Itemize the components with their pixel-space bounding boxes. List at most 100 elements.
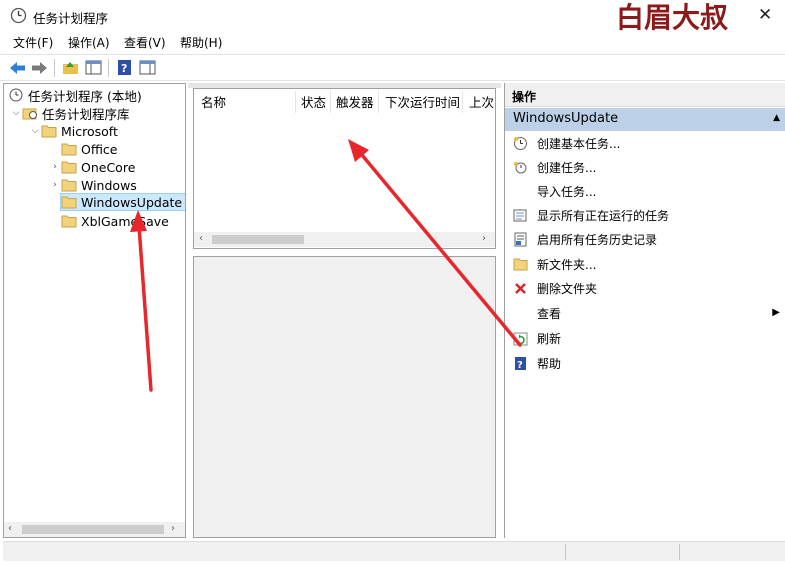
actions-pane: 操作 WindowsUpdate ▲ 创建基本任务... 创建任务... 导入任… bbox=[504, 83, 785, 538]
help-icon: ? bbox=[514, 356, 526, 371]
menu-view[interactable]: 查看(V) bbox=[124, 34, 166, 51]
actions-title: 操作 bbox=[512, 90, 537, 104]
menu-bar: 文件(F) 操作(A) 查看(V) 帮助(H) bbox=[0, 32, 785, 54]
folder-icon bbox=[41, 125, 57, 138]
action-enable-task-history[interactable]: 启用所有任务历史记录 bbox=[505, 228, 785, 250]
window-title: 任务计划程序 bbox=[33, 11, 109, 26]
scroll-right-icon[interactable]: › bbox=[171, 523, 175, 534]
tree-label: 任务计划程序库 bbox=[42, 106, 130, 122]
task-list-horizontal-scrollbar[interactable]: ‹ › bbox=[194, 232, 495, 247]
show-hide-console-tree-button[interactable] bbox=[84, 58, 103, 77]
scroll-left-icon[interactable]: ‹ bbox=[8, 523, 12, 534]
tree-item-root[interactable]: 任务计划程序 (本地) bbox=[8, 86, 142, 104]
history-icon bbox=[514, 232, 526, 246]
clock-icon bbox=[9, 88, 23, 102]
column-name[interactable]: 名称 bbox=[201, 92, 226, 111]
action-label: 帮助 bbox=[537, 356, 562, 371]
tree-label: Office bbox=[81, 141, 118, 157]
scrollbar-thumb[interactable] bbox=[212, 235, 304, 244]
action-display-running-tasks[interactable]: 显示所有正在运行的任务 bbox=[505, 204, 785, 226]
actions-section-windowsupdate[interactable]: WindowsUpdate ▲ bbox=[505, 108, 785, 131]
section-title: WindowsUpdate bbox=[513, 111, 619, 126]
task-list: 名称 状态 触发器 下次运行时间 上次 ‹ › bbox=[193, 88, 496, 249]
scroll-left-icon[interactable]: ‹ bbox=[199, 233, 203, 244]
tree-label: 任务计划程序 (本地) bbox=[28, 88, 142, 104]
tree-label: Microsoft bbox=[61, 123, 118, 139]
create-basic-task-icon bbox=[513, 136, 527, 150]
action-create-task[interactable]: 创建任务... bbox=[505, 156, 785, 178]
folder-icon bbox=[61, 179, 77, 192]
action-label: 删除文件夹 bbox=[537, 281, 598, 296]
menu-file[interactable]: 文件(F) bbox=[13, 34, 53, 51]
folder-icon bbox=[61, 215, 77, 228]
task-scheduler-clock-icon bbox=[10, 7, 27, 24]
scrollbar-thumb[interactable] bbox=[22, 525, 164, 534]
action-label: 刷新 bbox=[537, 331, 562, 346]
action-view[interactable]: 查看 ▶ bbox=[505, 302, 785, 324]
tree-item-onecore[interactable]: › OneCore bbox=[49, 158, 135, 176]
show-action-pane-button[interactable] bbox=[138, 58, 157, 77]
create-task-icon bbox=[513, 161, 526, 173]
collapse-icon[interactable]: ⌵ bbox=[29, 126, 41, 136]
task-details-pane bbox=[193, 256, 496, 538]
back-button[interactable] bbox=[8, 58, 27, 77]
action-new-folder[interactable]: 新文件夹... bbox=[505, 253, 785, 275]
action-label: 新文件夹... bbox=[537, 257, 597, 272]
svg-text:?: ? bbox=[121, 62, 127, 75]
library-folder-icon bbox=[22, 108, 37, 120]
delete-icon bbox=[514, 282, 526, 294]
back-arrow-icon bbox=[10, 61, 25, 74]
action-label: 创建任务... bbox=[537, 160, 597, 175]
svg-text:?: ? bbox=[517, 360, 523, 371]
tree-label: WindowsUpdate bbox=[81, 194, 183, 210]
action-label: 显示所有正在运行的任务 bbox=[537, 208, 670, 223]
expand-icon[interactable]: › bbox=[49, 180, 61, 190]
action-import-task[interactable]: 导入任务... bbox=[505, 180, 785, 202]
submenu-arrow-icon: ▶ bbox=[772, 307, 780, 318]
column-status[interactable]: 状态 bbox=[301, 92, 326, 111]
action-label: 查看 bbox=[537, 306, 562, 321]
toolbar: ? bbox=[0, 54, 785, 81]
console-tree-icon bbox=[85, 60, 102, 75]
toolbar-separator bbox=[108, 59, 109, 77]
svg-text:白眉大叔: 白眉大叔 bbox=[616, 1, 729, 34]
expand-icon[interactable]: › bbox=[49, 162, 61, 172]
action-refresh[interactable]: 刷新 bbox=[505, 327, 785, 349]
tree-item-windowsupdate[interactable]: WindowsUpdate bbox=[60, 193, 185, 211]
action-create-basic-task[interactable]: 创建基本任务... bbox=[505, 132, 785, 154]
menu-action[interactable]: 操作(A) bbox=[68, 34, 110, 51]
tree-item-xblgamesave[interactable]: XblGameSave bbox=[61, 212, 169, 230]
tree-item-microsoft[interactable]: ⌵ Microsoft bbox=[29, 122, 118, 140]
tree-item-windows[interactable]: › Windows bbox=[49, 176, 137, 194]
up-folder-icon bbox=[63, 62, 78, 74]
action-pane-icon bbox=[139, 60, 156, 75]
tree-item-library[interactable]: ⌵ 任务计划程序库 bbox=[10, 104, 130, 122]
tree-item-office[interactable]: Office bbox=[49, 140, 118, 158]
up-folder-button[interactable] bbox=[61, 58, 80, 77]
column-last-run[interactable]: 上次 bbox=[469, 92, 494, 111]
scroll-right-icon[interactable]: › bbox=[482, 233, 486, 244]
action-label: 导入任务... bbox=[537, 184, 597, 199]
action-label: 创建基本任务... bbox=[537, 136, 621, 151]
folder-icon bbox=[61, 143, 77, 156]
help-icon: ? bbox=[118, 60, 131, 75]
column-triggers[interactable]: 触发器 bbox=[336, 92, 374, 111]
toolbar-separator bbox=[54, 59, 55, 77]
running-tasks-icon bbox=[513, 209, 526, 221]
close-button[interactable]: ✕ bbox=[758, 5, 772, 25]
action-delete-folder[interactable]: 删除文件夹 bbox=[505, 277, 785, 299]
action-label: 启用所有任务历史记录 bbox=[537, 232, 658, 247]
collapse-icon[interactable]: ⌵ bbox=[10, 108, 22, 118]
action-help[interactable]: ? 帮助 bbox=[505, 352, 785, 374]
tree-horizontal-scrollbar[interactable]: ‹ › bbox=[4, 522, 185, 537]
forward-button[interactable] bbox=[30, 58, 49, 77]
tree-label: Windows bbox=[81, 177, 137, 193]
help-toolbar-button[interactable]: ? bbox=[115, 58, 134, 77]
collapse-triangle-icon[interactable]: ▲ bbox=[773, 113, 780, 123]
tree-label: XblGameSave bbox=[81, 213, 169, 229]
folder-icon bbox=[61, 161, 77, 174]
folder-icon bbox=[513, 258, 527, 270]
menu-help[interactable]: 帮助(H) bbox=[180, 34, 222, 51]
column-next-run-time[interactable]: 下次运行时间 bbox=[385, 92, 460, 111]
folder-icon bbox=[61, 196, 77, 209]
